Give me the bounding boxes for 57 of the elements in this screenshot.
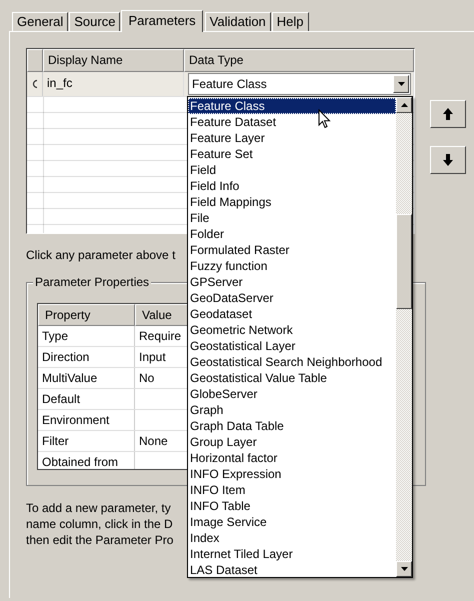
- down-arrow-icon: [443, 154, 453, 166]
- tab[interactable]: Source: [69, 12, 120, 31]
- dropdown-item[interactable]: Formulated Raster: [188, 242, 396, 258]
- instruction-text: name column, click in the D: [26, 516, 173, 532]
- group-title: Parameter Properties: [33, 275, 152, 289]
- dropdown-item[interactable]: GeoDataServer: [188, 290, 396, 306]
- dropdown-item[interactable]: Fuzzy function: [188, 258, 396, 274]
- instruction-text: To add a new parameter, ty: [26, 500, 171, 516]
- column-header[interactable]: Display Name: [43, 49, 184, 72]
- move-down-button[interactable]: [430, 146, 466, 174]
- dropdown-item[interactable]: Graph: [188, 402, 396, 418]
- scrollbar[interactable]: [396, 97, 412, 577]
- dropdown-item[interactable]: Folder: [188, 226, 396, 242]
- scroll-thumb[interactable]: [396, 214, 412, 309]
- dropdown-item[interactable]: Image Service: [188, 514, 396, 530]
- tab[interactable]: Parameters: [121, 10, 203, 32]
- table-cell: Default: [38, 389, 135, 409]
- tab[interactable]: Help: [272, 12, 309, 31]
- table-cell: Filter: [38, 431, 135, 451]
- dropdown-item[interactable]: INFO Item: [188, 482, 396, 498]
- scroll-down-icon: [400, 567, 408, 571]
- dropdown-item[interactable]: INFO Table: [188, 498, 396, 514]
- up-arrow-icon: [443, 108, 453, 120]
- tab[interactable]: Validation: [204, 12, 271, 31]
- dropdown-item[interactable]: Field Info: [188, 178, 396, 194]
- table-cell: Direction: [38, 347, 135, 367]
- dropdown-item[interactable]: Graph Data Table: [188, 418, 396, 434]
- dropdown-item[interactable]: Field Mappings: [188, 194, 396, 210]
- column-header: Property: [38, 304, 135, 326]
- dropdown-item[interactable]: Feature Layer: [188, 130, 396, 146]
- dropdown-item[interactable]: Field: [188, 162, 396, 178]
- dropdown-item[interactable]: INFO Expression: [188, 466, 396, 482]
- table-cell: Obtained from: [38, 452, 135, 469]
- dropdown-item[interactable]: Feature Set: [188, 146, 396, 162]
- scroll-up-icon: [400, 103, 408, 107]
- column-header[interactable]: Data Type: [184, 49, 414, 72]
- row-marker-icon: [32, 79, 38, 89]
- dropdown-arrow-icon: [398, 82, 404, 86]
- dropdown-item[interactable]: GlobeServer: [188, 386, 396, 402]
- table-cell: in_fc: [43, 72, 184, 96]
- dropdown-item[interactable]: GPServer: [188, 274, 396, 290]
- hint-text: Click any parameter above t: [26, 248, 176, 262]
- instruction-text: then edit the Parameter Pro: [26, 532, 174, 548]
- dropdown-item[interactable]: Feature Class: [188, 98, 396, 114]
- table-cell: Type: [38, 326, 135, 346]
- tab[interactable]: General: [12, 12, 68, 31]
- dropdown-item[interactable]: Feature Dataset: [188, 114, 396, 130]
- mouse-pointer-icon: [318, 109, 331, 129]
- dropdown-item[interactable]: File: [188, 210, 396, 226]
- table-cell: MultiValue: [38, 368, 135, 388]
- move-up-button[interactable]: [430, 100, 466, 128]
- dropdown-item[interactable]: Index: [188, 530, 396, 546]
- table-cell: Environment: [38, 410, 135, 430]
- data-type-combo[interactable]: Feature Class: [188, 73, 411, 95]
- dropdown-item[interactable]: LAS Dataset: [188, 562, 396, 578]
- dropdown-item[interactable]: Horizontal factor: [188, 450, 396, 466]
- dropdown-item[interactable]: Internet Tiled Layer: [188, 546, 396, 562]
